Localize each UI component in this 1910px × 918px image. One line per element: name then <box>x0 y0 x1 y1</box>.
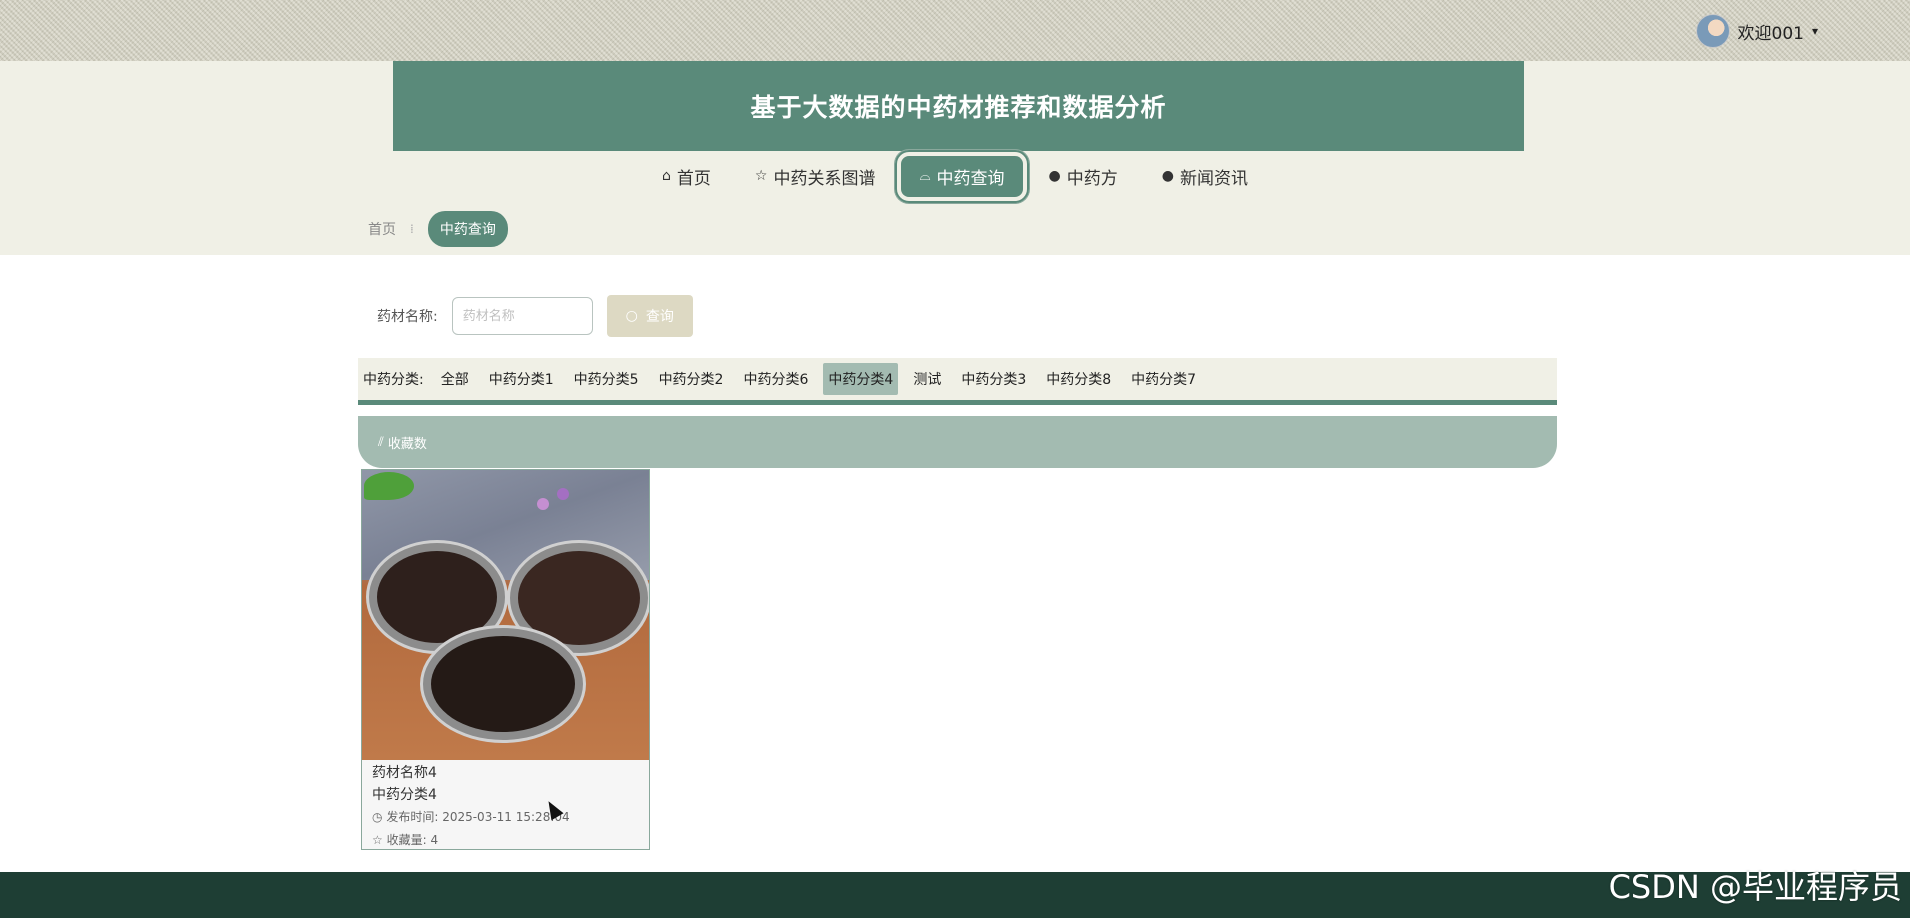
nav-item-label: 首页 <box>676 168 711 189</box>
nav-item-label: 新闻资讯 <box>1179 168 1248 189</box>
star-icon: ☆ <box>372 833 383 847</box>
category-divider <box>358 400 1557 405</box>
image-flower <box>537 498 549 510</box>
category-item-selected[interactable]: 中药分类4 <box>823 363 899 395</box>
search-button-label: 查询 <box>645 309 674 325</box>
bag-icon: ⌓ <box>919 168 931 184</box>
category-item[interactable]: 中药分类1 <box>484 363 559 395</box>
nav-item-prescription[interactable]: ● 中药方 <box>1031 156 1136 197</box>
herb-image[interactable] <box>362 470 649 760</box>
star-icon: ☆ <box>754 168 768 184</box>
breadcrumb-home[interactable]: 首页 <box>368 219 396 239</box>
sort-by-favorites[interactable]: 收藏数 <box>388 433 427 452</box>
category-label: 中药分类: <box>363 372 424 388</box>
category-item[interactable]: 中药分类3 <box>956 363 1031 395</box>
category-item[interactable]: 测试 <box>908 363 946 395</box>
chart-icon: ⫽ <box>378 434 384 450</box>
search-icon: ○ <box>625 308 638 324</box>
herb-publish-time: ◷ 发布时间: 2025-03-11 15:28:04 <box>372 806 639 829</box>
category-item[interactable]: 中药分类8 <box>1041 363 1116 395</box>
breadcrumb: 首页 ⁞ 中药查询 <box>368 211 508 247</box>
nav-item-home[interactable]: ⌂ 首页 <box>644 156 729 197</box>
nav-item-label: 中药查询 <box>936 168 1005 189</box>
home-icon: ⌂ <box>662 168 671 184</box>
top-textured-bar <box>0 0 1910 61</box>
breadcrumb-separator: ⁞ <box>410 222 414 236</box>
herb-category: 中药分类4 <box>372 787 437 803</box>
question-icon: ● <box>1161 168 1174 184</box>
category-item[interactable]: 中药分类2 <box>654 363 729 395</box>
category-filter-bar: 中药分类: 全部 中药分类1 中药分类5 中药分类2 中药分类6 中药分类4 测… <box>358 358 1557 400</box>
nav-item-relation-graph[interactable]: ☆ 中药关系图谱 <box>737 156 894 197</box>
avatar[interactable] <box>1695 14 1730 48</box>
breadcrumb-current: 中药查询 <box>427 211 508 247</box>
herb-card-body: 药材名称4 中药分类4 ◷ 发布时间: 2025-03-11 15:28:04 … <box>362 760 649 854</box>
nav-item-herb-query[interactable]: ⌓ 中药查询 <box>895 149 1029 203</box>
sort-bar[interactable]: ⫽ 收藏数 <box>358 416 1557 468</box>
alert-icon: ● <box>1048 168 1061 184</box>
herb-favorites: ☆ 收藏量: 4 <box>372 829 639 852</box>
site-title: 基于大数据的中药材推荐和数据分析 <box>750 93 1167 122</box>
herb-name: 药材名称4 <box>372 765 437 781</box>
category-item-all[interactable]: 全部 <box>436 363 474 395</box>
favorites-label: 收藏量: <box>386 833 427 847</box>
search-row: 药材名称: ○ 查询 <box>377 295 693 337</box>
watermark: CSDN @毕业程序员 <box>1608 868 1902 906</box>
nav-item-news[interactable]: ● 新闻资讯 <box>1144 156 1266 197</box>
herb-name-input[interactable] <box>451 297 593 335</box>
nav-item-label: 中药方 <box>1066 168 1118 189</box>
user-greeting[interactable]: 欢迎001 <box>1738 19 1804 44</box>
publish-time-label: 发布时间: <box>386 810 439 824</box>
caret-down-icon[interactable]: ▾ <box>1812 24 1818 38</box>
nav-item-label: 中药关系图谱 <box>773 168 876 189</box>
clock-icon: ◷ <box>372 810 383 824</box>
site-title-banner: 基于大数据的中药材推荐和数据分析 <box>393 61 1524 151</box>
image-flower <box>557 488 569 500</box>
category-item[interactable]: 中药分类6 <box>738 363 813 395</box>
search-label: 药材名称: <box>377 309 438 325</box>
user-menu[interactable]: 欢迎001 ▾ <box>1695 14 1818 48</box>
herb-card[interactable]: 药材名称4 中药分类4 ◷ 发布时间: 2025-03-11 15:28:04 … <box>361 469 650 850</box>
main-nav: ⌂ 首页 ☆ 中药关系图谱 ⌓ 中药查询 ● 中药方 ● 新闻资讯 <box>0 149 1910 203</box>
category-item[interactable]: 中药分类5 <box>569 363 644 395</box>
image-leaf <box>364 472 414 500</box>
image-bowl <box>420 625 586 743</box>
search-button[interactable]: ○ 查询 <box>606 295 693 337</box>
favorites-value: 4 <box>430 833 439 847</box>
category-item[interactable]: 中药分类7 <box>1126 363 1201 395</box>
